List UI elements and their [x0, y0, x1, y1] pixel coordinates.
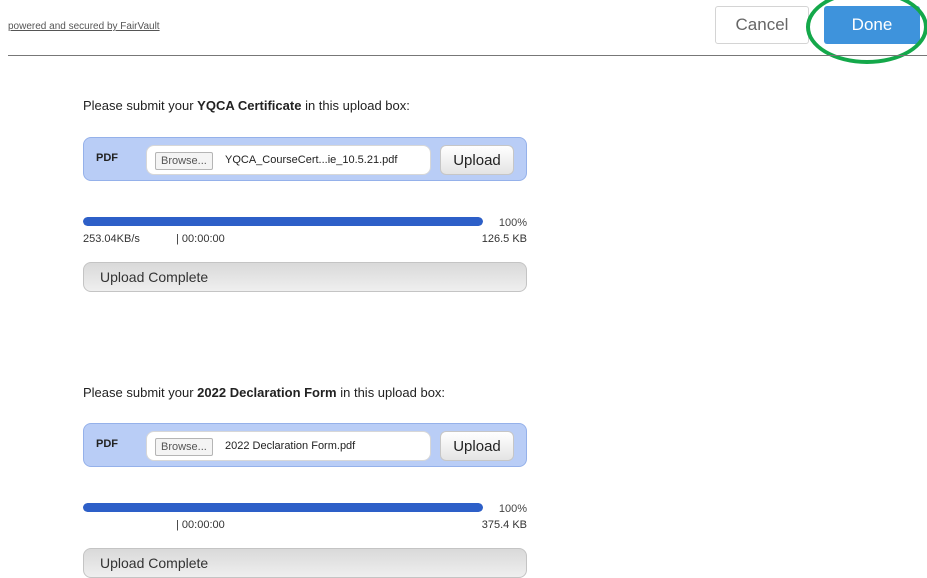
done-button[interactable]: Done	[824, 6, 920, 44]
upload-prompt: Please submit your YQCA Certificate in t…	[83, 98, 527, 113]
prompt-document-name: 2022 Declaration Form	[197, 385, 337, 400]
selected-filename: 2022 Declaration Form.pdf	[225, 440, 356, 452]
upload-button[interactable]: Upload	[440, 431, 514, 461]
prompt-text: in this upload box:	[336, 385, 446, 400]
upload-status: Upload Complete	[83, 548, 527, 578]
prompt-text: in this upload box:	[301, 98, 410, 113]
progress-fill	[83, 503, 483, 512]
upload-time: | 00:00:00	[176, 233, 225, 245]
file-size: 375.4 KB	[481, 519, 527, 531]
upload-section-yqca: Please submit your YQCA Certificate in t…	[83, 98, 527, 292]
upload-speed: 253.04KB/s	[83, 233, 140, 245]
file-type-label: PDF	[96, 152, 118, 164]
progress-bar	[83, 217, 483, 226]
progress-percent: 100%	[498, 503, 527, 515]
upload-box: PDF Browse... YQCA_CourseCert...ie_10.5.…	[83, 137, 527, 181]
prompt-text: Please submit your	[83, 385, 198, 400]
cancel-button[interactable]: Cancel	[715, 6, 809, 44]
selected-filename: YQCA_CourseCert...ie_10.5.21.pdf	[225, 154, 398, 166]
upload-section-declaration: Please submit your 2022 Declaration Form…	[83, 385, 527, 578]
file-type-label: PDF	[96, 438, 118, 450]
powered-by-link[interactable]: powered and secured by FairVault	[8, 21, 160, 32]
file-input[interactable]: Browse... YQCA_CourseCert...ie_10.5.21.p…	[146, 145, 431, 175]
file-input[interactable]: Browse... 2022 Declaration Form.pdf	[146, 431, 431, 461]
browse-button[interactable]: Browse...	[155, 438, 213, 456]
progress-percent: 100%	[498, 217, 527, 229]
upload-status: Upload Complete	[83, 262, 527, 292]
progress-bar	[83, 503, 483, 512]
upload-time: | 00:00:00	[176, 519, 225, 531]
file-size: 126.5 KB	[481, 233, 527, 245]
upload-prompt: Please submit your 2022 Declaration Form…	[83, 385, 527, 400]
header-divider	[8, 55, 927, 56]
prompt-document-name: YQCA Certificate	[197, 98, 302, 113]
prompt-text: Please submit your	[83, 98, 198, 113]
browse-button[interactable]: Browse...	[155, 152, 213, 170]
progress-fill	[83, 217, 483, 226]
upload-button[interactable]: Upload	[440, 145, 514, 175]
upload-box: PDF Browse... 2022 Declaration Form.pdf …	[83, 423, 527, 467]
